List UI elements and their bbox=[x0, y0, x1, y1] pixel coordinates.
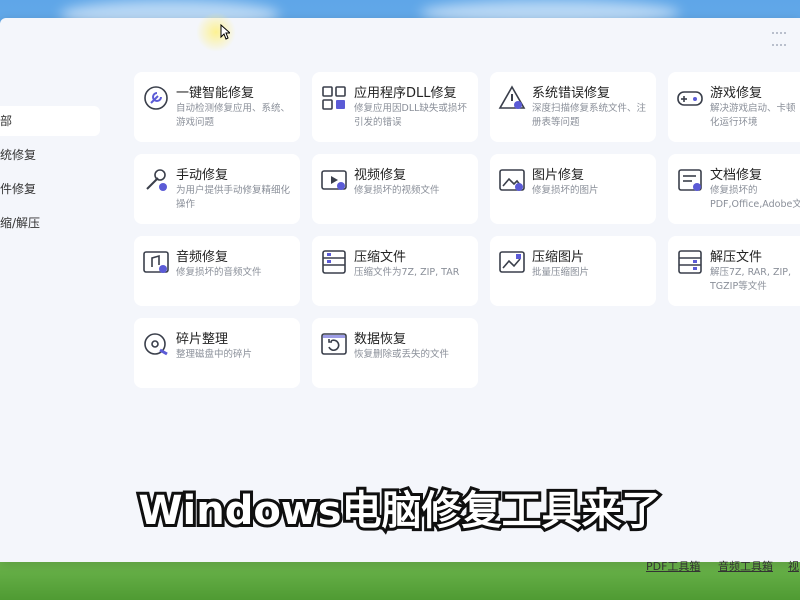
gamepad-icon bbox=[677, 91, 703, 106]
sidebar-item-compress-extract[interactable]: 缩/解压 bbox=[0, 208, 100, 238]
sidebar-item-file-repair[interactable]: 件修复 bbox=[0, 174, 100, 204]
tool-card-desc: 整理磁盘中的碎片 bbox=[176, 349, 253, 360]
tool-card-title: 压缩文件 bbox=[354, 250, 407, 265]
pdf-toolbox-link[interactable]: PDF工具箱 bbox=[646, 558, 700, 574]
sidebar-item-all[interactable]: 部 bbox=[0, 106, 100, 136]
tool-card-title: 视频修复 bbox=[354, 168, 407, 183]
document-icon bbox=[678, 169, 702, 191]
tool-card-desc: 修复应用因DLL缺失或损坏引发的错误 bbox=[354, 103, 467, 128]
sidebar-item-label: 统修复 bbox=[0, 148, 37, 162]
sidebar-item-label: 件修复 bbox=[0, 182, 37, 196]
disk-icon bbox=[144, 333, 168, 356]
tool-card-title: 系统错误修复 bbox=[532, 86, 611, 101]
tool-card-desc: 批量压缩图片 bbox=[532, 267, 590, 278]
tool-card-title: 文档修复 bbox=[710, 168, 763, 183]
video-subtitle: Windows电脑修复工具来了 bbox=[135, 485, 664, 537]
tool-card-image-repair[interactable]: 图片修复 修复损坏的图片 bbox=[490, 154, 656, 224]
tool-card-desc: 为用户提供手动修复精细化操作 bbox=[176, 185, 291, 210]
tool-card-dll-repair[interactable]: 应用程序DLL修复 修复应用因DLL缺失或损坏引发的错误 bbox=[312, 72, 478, 142]
tool-card-title: 手动修复 bbox=[176, 168, 229, 183]
audio-icon bbox=[143, 251, 169, 273]
tool-card-compress-files[interactable]: 压缩文件 压缩文件为7Z, ZIP, TAR bbox=[312, 236, 478, 306]
sidebar: 部 统修复 件修复 缩/解压 bbox=[0, 58, 108, 518]
tool-card-desc: 修复损坏的PDF,Office,Adobe文 bbox=[710, 185, 800, 210]
tool-card-manual-repair[interactable]: 手动修复 为用户提供手动修复精细化操作 bbox=[134, 154, 300, 224]
tools-icon bbox=[146, 169, 167, 191]
menu-icon[interactable] bbox=[772, 32, 786, 46]
tool-card-system-error-repair[interactable]: 系统错误修复 深度扫描修复系统文件、注册表等问题 bbox=[490, 72, 656, 142]
tool-card-video-repair[interactable]: 视频修复 修复损坏的视频文件 bbox=[312, 154, 478, 224]
tool-card-desc: 压缩文件为7Z, ZIP, TAR bbox=[354, 267, 460, 278]
wrench-icon bbox=[144, 86, 168, 110]
archive-icon bbox=[322, 250, 346, 274]
dll-grid-icon bbox=[322, 86, 346, 110]
tool-card-title: 一键智能修复 bbox=[176, 86, 255, 101]
tool-card-desc: 解决游戏启动、卡顿化运行环境 bbox=[710, 103, 796, 128]
cursor-highlight bbox=[196, 12, 236, 52]
tool-card-title: 应用程序DLL修复 bbox=[354, 86, 457, 101]
tool-card-smart-repair[interactable]: 一键智能修复 自动检测修复应用、系统、游戏问题 bbox=[134, 72, 300, 142]
sidebar-item-label: 缩/解压 bbox=[0, 216, 41, 230]
tool-card-title: 碎片整理 bbox=[176, 332, 229, 347]
mouse-cursor-icon bbox=[220, 24, 230, 40]
video-icon bbox=[321, 170, 347, 190]
tool-card-title: 音频修复 bbox=[176, 250, 229, 265]
top-bar bbox=[0, 18, 800, 54]
tool-card-desc: 修复损坏的视频文件 bbox=[354, 185, 440, 196]
tool-card-desc: 修复损坏的音频文件 bbox=[176, 267, 262, 278]
tool-card-document-repair[interactable]: 文档修复 修复损坏的PDF,Office,Adobe文 bbox=[668, 154, 800, 224]
tool-card-desc: 恢复删除或丢失的文件 bbox=[354, 349, 450, 360]
warning-icon bbox=[498, 85, 526, 109]
sidebar-item-system-repair[interactable]: 统修复 bbox=[0, 140, 100, 170]
compress-image-icon bbox=[499, 251, 525, 273]
tool-card-game-repair[interactable]: 游戏修复 解决游戏启动、卡顿化运行环境 bbox=[668, 72, 800, 142]
audio-toolbox-link[interactable]: 音频工具箱 bbox=[718, 558, 773, 574]
recover-icon bbox=[321, 333, 347, 355]
tool-card-desc: 自动检测修复应用、系统、游戏问题 bbox=[176, 103, 291, 128]
sidebar-item-label: 部 bbox=[0, 114, 13, 128]
tool-card-title: 数据恢复 bbox=[354, 332, 407, 347]
tool-card-defragment[interactable]: 碎片整理 整理磁盘中的碎片 bbox=[134, 318, 300, 388]
tool-card-extract-files[interactable]: 解压文件 解压7Z, RAR, ZIP, TGZIP等文件 bbox=[668, 236, 800, 306]
video-toolbox-link[interactable]: 视 bbox=[788, 558, 799, 574]
tool-card-title: 解压文件 bbox=[710, 250, 763, 265]
tool-card-title: 游戏修复 bbox=[710, 86, 763, 101]
tool-card-title: 图片修复 bbox=[532, 168, 585, 183]
tool-card-data-recovery[interactable]: 数据恢复 恢复删除或丢失的文件 bbox=[312, 318, 478, 388]
tool-card-desc: 解压7Z, RAR, ZIP, TGZIP等文件 bbox=[710, 267, 792, 292]
tool-card-audio-repair[interactable]: 音频修复 修复损坏的音频文件 bbox=[134, 236, 300, 306]
image-icon bbox=[499, 169, 525, 191]
tool-card-compress-images[interactable]: 压缩图片 批量压缩图片 bbox=[490, 236, 656, 306]
tool-card-desc: 修复损坏的图片 bbox=[532, 185, 599, 196]
tool-card-desc: 深度扫描修复系统文件、注册表等问题 bbox=[532, 103, 647, 128]
extract-icon bbox=[678, 250, 702, 274]
tool-card-title: 压缩图片 bbox=[532, 250, 585, 265]
